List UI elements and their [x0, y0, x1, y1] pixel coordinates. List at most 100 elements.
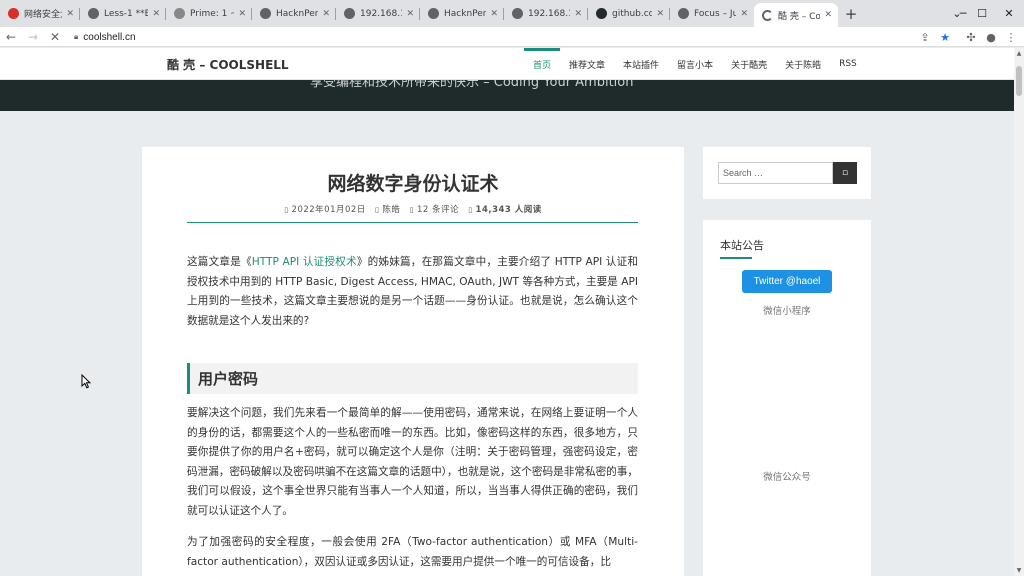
close-tab-icon[interactable]: ✕: [490, 9, 498, 19]
maximize-icon[interactable]: ☐: [967, 0, 997, 27]
globe-icon: [260, 8, 271, 19]
menu-item-recommended[interactable]: 推荐文章: [560, 48, 614, 80]
article-date: 2022年01月02日: [291, 205, 366, 215]
close-tab-icon[interactable]: ✕: [66, 9, 74, 19]
wechat-public-label: 微信公众号: [763, 472, 811, 483]
tab-strip: 网络安全大✕Less-1 **Err✕Prime: 1 ~✕HacknPente…: [0, 0, 1024, 27]
extensions-icon[interactable]: ✣: [960, 27, 982, 47]
tab-title: Focus – Just: [694, 8, 737, 19]
section-heading-password: 用户密码: [187, 363, 638, 394]
scroll-down-icon[interactable]: ▼: [1014, 567, 1024, 574]
notice-underline: [720, 257, 752, 259]
http-api-auth-link[interactable]: HTTP API 认证授权术: [252, 256, 357, 268]
page-scrollbar[interactable]: ▲ ▼: [1014, 48, 1024, 576]
browser-tab[interactable]: github.com✕: [588, 0, 670, 27]
url-text: coolshell.cn: [83, 31, 136, 43]
browser-menu-icon[interactable]: ⋮: [1000, 27, 1022, 47]
globe-icon: [678, 8, 689, 19]
paragraph-2fa: 为了加强密码的安全程度，一般会使用 2FA（Two-factor authent…: [187, 536, 638, 568]
close-tab-icon[interactable]: ✕: [740, 9, 748, 19]
browser-tab[interactable]: 酷 壳 – Cool✕: [754, 3, 838, 27]
browser-tab[interactable]: 192.168.143 ✕: [336, 0, 420, 27]
wechat-mini-program-label: 微信小程序: [763, 306, 811, 317]
menu-item-guestbook[interactable]: 留言小本: [668, 48, 722, 80]
close-tab-icon[interactable]: ✕: [152, 9, 160, 19]
address-bar[interactable]: 🔒︎ coolshell.cn: [68, 28, 914, 46]
site-header: 酷 壳 – COOLSHELL 首页 推荐文章 本站插件 留言小本 关于酷壳 关…: [0, 48, 1014, 80]
close-tab-icon[interactable]: ✕: [322, 9, 330, 19]
author-icon: ▯: [375, 206, 380, 214]
close-tab-icon[interactable]: ✕: [574, 9, 582, 19]
red-shield-icon: [8, 8, 19, 19]
browser-toolbar: ← → ✕ 🔒︎ coolshell.cn ⇪ ★ ✣ ● ⋮: [0, 27, 1024, 47]
article-card: 网络数字身份认证术 ▯ 2022年01月02日 ▯ 陈皓 ▯ 12 条评论 ▯ 14,3…: [142, 147, 684, 576]
menu-item-rss[interactable]: RSS: [830, 48, 866, 80]
scroll-up-icon[interactable]: ▲: [1014, 50, 1024, 57]
menu-item-home[interactable]: 首页: [524, 48, 561, 80]
lock-icon[interactable]: 🔒︎: [74, 32, 78, 42]
mouse-cursor-icon: [81, 374, 91, 389]
prime-icon: [174, 8, 185, 19]
notice-title: 本站公告: [720, 239, 764, 252]
article-views: 14,343 人阅读: [475, 205, 542, 215]
globe-icon: [344, 8, 355, 19]
tab-title: 酷 壳 – Cool: [778, 11, 821, 22]
tab-title: HacknPente: [276, 8, 319, 19]
close-window-icon[interactable]: ✕: [994, 0, 1024, 27]
browser-tab[interactable]: HacknPente✕: [420, 0, 504, 27]
tab-title: Prime: 1 ~: [190, 8, 235, 19]
sidebar-search-widget: Search … ▫: [703, 147, 871, 199]
paragraph-password: 要解决这个问题，我们先来看一个最简单的解——使用密码，通常来说，在网络上要证明一…: [187, 407, 638, 517]
article-meta: ▯ 2022年01月02日 ▯ 陈皓 ▯ 12 条评论 ▯ 14,343 人阅读: [142, 203, 684, 215]
tab-title: HacknPente: [444, 8, 487, 19]
menu-item-about-site[interactable]: 关于酷壳: [722, 48, 776, 80]
browser-tab[interactable]: 网络安全大 ✕: [0, 0, 80, 27]
menu-item-plugins[interactable]: 本站插件: [614, 48, 668, 80]
profile-avatar-icon[interactable]: ●: [980, 27, 1002, 47]
back-icon[interactable]: ←: [0, 27, 22, 47]
hero-tagline: 享受编程和技术所带来的快乐 – Coding Your Ambition: [310, 80, 634, 90]
paragraph-intro: 这篇文章是《HTTP API 认证授权术》的姊妹篇，在那篇文章中，主要介绍了 H…: [187, 256, 638, 327]
search-button[interactable]: ▫: [833, 162, 857, 184]
close-tab-icon[interactable]: ✕: [238, 9, 246, 19]
article-comments[interactable]: 12 条评论: [417, 205, 459, 215]
browser-tab[interactable]: Less-1 **Err✕: [80, 0, 166, 27]
tab-title: 192.168.143: [528, 8, 570, 19]
hero-banner: 享受编程和技术所带来的快乐 – Coding Your Ambition: [0, 80, 1014, 111]
tab-list: 网络安全大✕Less-1 **Err✕Prime: 1 ~✕HacknPente…: [0, 0, 838, 27]
close-tab-icon[interactable]: ✕: [406, 9, 414, 19]
browser-tab[interactable]: Prime: 1 ~ ✕: [166, 0, 252, 27]
close-tab-icon[interactable]: ✕: [824, 10, 832, 20]
twitter-button[interactable]: Twitter @haoel: [742, 270, 832, 293]
calendar-icon: ▯: [284, 206, 289, 214]
browser-tab[interactable]: 192.168.143 ✕: [504, 0, 588, 27]
scroll-thumb[interactable]: [1016, 66, 1022, 96]
article-title[interactable]: 网络数字身份认证术: [142, 169, 684, 196]
site-brand[interactable]: 酷 壳 – COOLSHELL: [167, 56, 289, 73]
close-tab-icon[interactable]: ✕: [656, 9, 664, 19]
title-divider: [187, 222, 638, 223]
globe-icon: [88, 8, 99, 19]
forward-icon[interactable]: →: [22, 27, 44, 47]
github-icon: [596, 8, 607, 19]
globe-icon: [428, 8, 439, 19]
tab-title: 网络安全大: [24, 10, 62, 20]
tab-title: 192.168.143: [360, 8, 402, 19]
tab-title: github.com: [612, 8, 653, 19]
browser-tab[interactable]: HacknPente✕: [252, 0, 336, 27]
main-menu: 首页 推荐文章 本站插件 留言小本 关于酷壳 关于陈皓 RSS: [524, 48, 866, 80]
menu-item-about-author[interactable]: 关于陈皓: [776, 48, 830, 80]
stop-loading-icon[interactable]: ✕: [44, 27, 66, 47]
browser-tab[interactable]: Focus – Just✕: [670, 0, 754, 27]
share-icon[interactable]: ⇪: [914, 27, 936, 47]
views-icon: ▯: [468, 206, 473, 214]
comment-icon: ▯: [409, 206, 414, 214]
tab-title: Less-1 **Err: [104, 8, 149, 19]
search-icon: ▫: [841, 168, 849, 178]
article-author[interactable]: 陈皓: [382, 205, 400, 215]
globe-icon: [512, 8, 523, 19]
search-input[interactable]: Search …: [718, 162, 833, 184]
bookmark-star-icon[interactable]: ★: [934, 27, 956, 47]
sidebar-notice-widget: 本站公告 Twitter @haoel 微信小程序 微信公众号: [703, 220, 871, 576]
new-tab-icon[interactable]: +: [838, 0, 864, 27]
